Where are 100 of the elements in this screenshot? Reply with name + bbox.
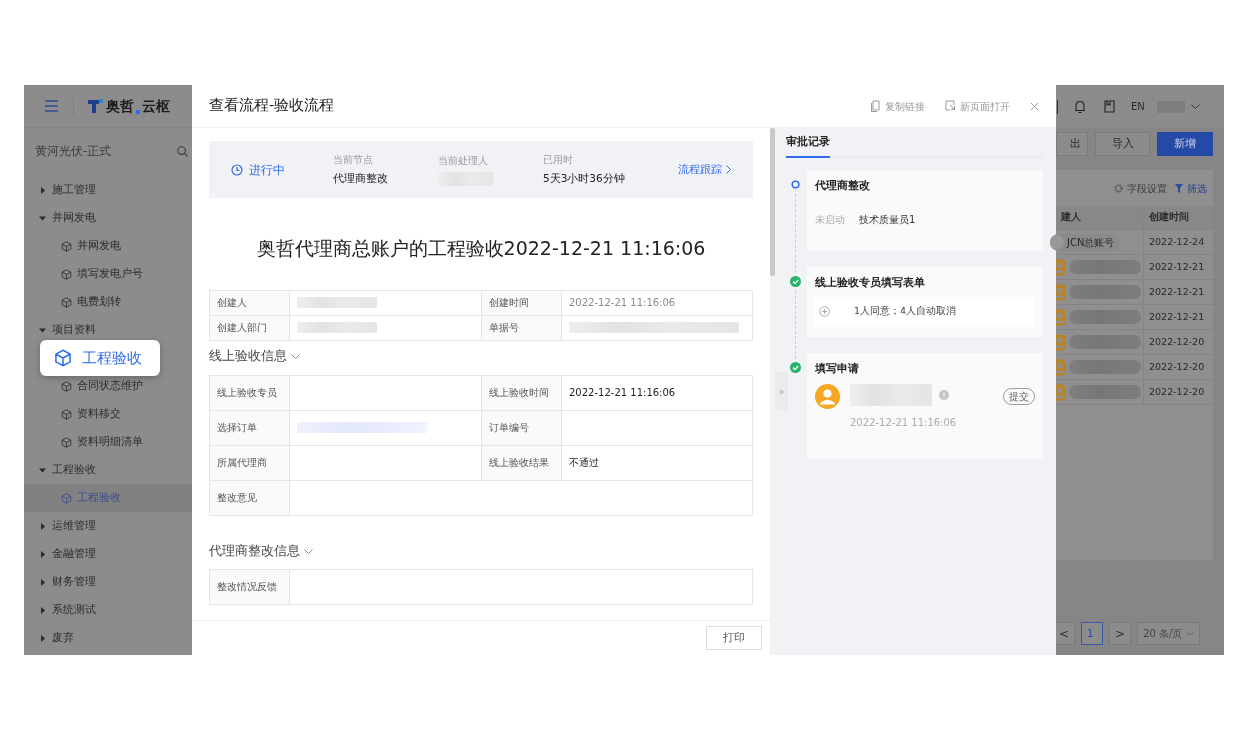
cube-icon	[61, 436, 72, 448]
field-value: 2022-12-21 11:16:06	[569, 296, 676, 310]
toolbar-button[interactable]: 出	[1056, 132, 1088, 156]
tree-item[interactable]: 并网发电	[24, 204, 192, 232]
status-text: 进行中	[249, 161, 285, 179]
language-button[interactable]: EN	[1131, 99, 1145, 114]
tree-item[interactable]: 废弃	[24, 624, 192, 652]
field-label: 创建时间	[482, 290, 562, 316]
dialog-title: 查看流程-验收流程	[209, 96, 335, 116]
redacted-name	[1069, 310, 1141, 324]
field-label: 当前处理人	[438, 154, 489, 168]
table-cell: 2022-12-21	[1143, 305, 1213, 329]
table-cell: 2022-12-20	[1143, 380, 1213, 404]
table-cell: 2022-12-21	[1143, 280, 1213, 304]
redacted-name	[1069, 285, 1141, 299]
field-label: 线上验收专员	[210, 375, 290, 411]
menu-icon[interactable]	[44, 100, 59, 112]
tree-item[interactable]: 金融管理	[24, 540, 192, 568]
chevron-down-icon[interactable]	[304, 549, 313, 554]
handler-name: 技术质量员1	[859, 212, 916, 227]
field-value: 5天3小时36分钟	[543, 171, 626, 187]
cube-icon	[61, 380, 72, 392]
tree-item[interactable]: 填写发电户号	[24, 260, 192, 288]
chevron-down-icon	[1186, 631, 1195, 636]
toolbar-button[interactable]: 新增	[1157, 132, 1213, 156]
chevron-right-icon	[726, 165, 731, 174]
tree-item[interactable]: 电费划转	[24, 288, 192, 316]
field-label: 线上验收时间	[482, 375, 562, 411]
cube-icon	[61, 240, 72, 252]
page-button[interactable]: 1	[1081, 622, 1104, 645]
next-page-button[interactable]: >	[1109, 622, 1132, 645]
tree-item[interactable]: 资料明细清单	[24, 428, 192, 456]
bell-icon[interactable]	[1074, 99, 1086, 114]
toolbar-link[interactable]: 新页面打开	[945, 98, 1010, 114]
redacted-name	[1069, 260, 1141, 274]
copy-icon	[870, 100, 881, 112]
field-label: 当前节点	[333, 153, 374, 168]
cube-icon	[61, 408, 72, 420]
avatar-icon	[815, 384, 840, 410]
field-label: 线上验收结果	[482, 445, 562, 481]
field-settings-button[interactable]: 字段设置	[1114, 180, 1167, 196]
tree-item[interactable]: 系统测试	[24, 596, 192, 624]
cube-icon	[61, 268, 72, 280]
tree-item[interactable]: 资料移交	[24, 400, 192, 428]
filter-button[interactable]: 筛选	[1175, 180, 1207, 196]
step-title: 填写申请	[815, 360, 860, 376]
search-icon[interactable]	[177, 145, 188, 157]
approval-summary: 1人同意；4人自动取消	[854, 304, 957, 319]
field-label: 创建人部门	[210, 315, 290, 341]
redacted-name	[1069, 385, 1141, 399]
field-label: 单据号	[482, 315, 562, 341]
filter-icon	[1175, 183, 1183, 193]
scrollbar-thumb[interactable]	[770, 128, 775, 276]
redacted-name	[1069, 335, 1141, 349]
field-label: 选择订单	[210, 410, 290, 446]
clock-icon	[231, 163, 243, 176]
toolbar-button[interactable]: 导入	[1095, 132, 1150, 156]
logo-text: 云枢	[142, 96, 170, 116]
close-icon[interactable]	[1030, 101, 1039, 111]
tree-item[interactable]: 运维管理	[24, 512, 192, 540]
page-size-select[interactable]: 20 条/页	[1137, 622, 1201, 645]
table-cell: 2022-12-21	[1143, 255, 1213, 279]
cube-icon	[61, 296, 72, 308]
step-state: 未启动	[815, 212, 845, 227]
table-cell: 2022-12-20	[1143, 330, 1213, 354]
field-value: 2022-12-21 11:16:06	[569, 386, 676, 400]
table-cell: 2022-12-24	[1143, 230, 1213, 254]
field-value: 不通过	[569, 456, 599, 470]
tree-item[interactable]: 并网发电	[24, 232, 192, 260]
section-heading: 线上验收信息	[209, 347, 287, 366]
tab[interactable]: 审批记录	[786, 133, 830, 158]
field-value: 代理商整改	[333, 171, 389, 187]
tree-item[interactable]: 工程验收	[24, 456, 192, 484]
workspace-name: 黄河光伏-正式	[35, 143, 112, 160]
chevron-down-icon[interactable]	[291, 354, 300, 359]
field-label: 订单编号	[482, 410, 562, 446]
book-icon[interactable]	[1104, 100, 1115, 113]
logo-icon	[88, 98, 104, 114]
logo-text: 奥哲	[106, 96, 134, 116]
redacted-name	[1069, 360, 1141, 374]
tree-item[interactable]: 施工管理	[24, 176, 192, 204]
plus-circle-icon[interactable]	[819, 306, 830, 317]
trace-link[interactable]: 流程跟踪	[678, 161, 731, 178]
step-time: 2022-12-21 11:16:06	[850, 416, 958, 431]
prev-page-button[interactable]: <	[1056, 622, 1076, 645]
step-title: 线上验收专员填写表单	[815, 274, 926, 290]
step-title: 代理商整改	[815, 178, 871, 193]
highlight-callout[interactable]: 工程验收	[40, 340, 160, 376]
toolbar-link[interactable]: 复制链接	[870, 98, 925, 114]
print-button[interactable]: 打印	[706, 626, 762, 650]
external-link-icon	[945, 100, 956, 112]
tree-item[interactable]: 财务管理	[24, 568, 192, 596]
field-label: 整改情况反馈	[210, 569, 290, 605]
column-header: 创建时间	[1143, 206, 1213, 229]
table-cell: 2022-12-20	[1143, 355, 1213, 379]
cube-icon	[61, 492, 72, 504]
section-heading: 代理商整改信息	[209, 542, 300, 561]
user-chip: JCN总账号	[1050, 233, 1121, 251]
form-title: 奥哲代理商总账户的工程验收2022-12-21 11:16:06	[255, 236, 707, 261]
field-label: 创建人	[210, 290, 290, 316]
